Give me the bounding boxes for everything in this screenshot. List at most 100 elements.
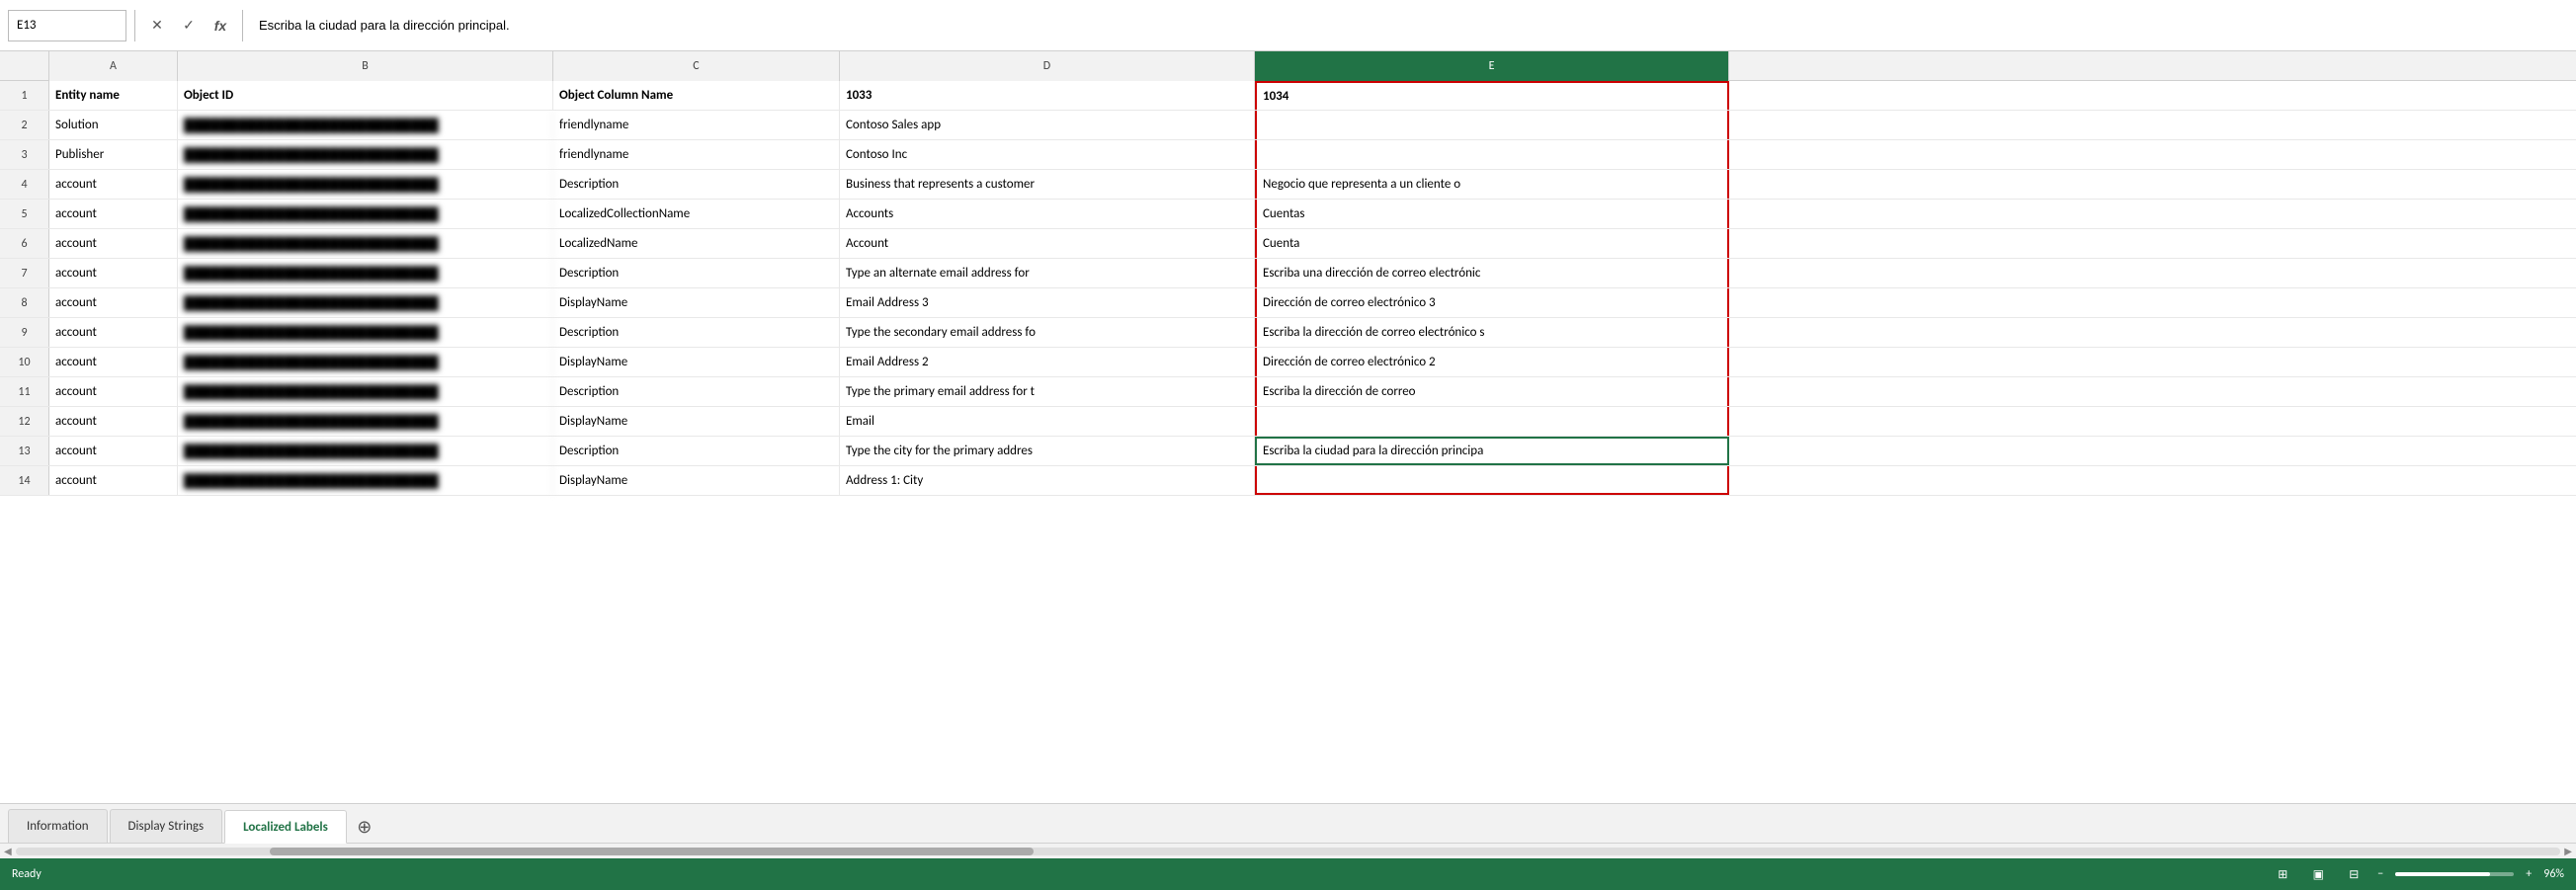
cell-a[interactable]: account	[49, 466, 178, 495]
col-header-a[interactable]: A	[49, 51, 178, 81]
cell-e[interactable]: Escriba la dirección de correo	[1255, 377, 1729, 406]
cell-d[interactable]: Email Address 3	[840, 288, 1255, 317]
add-sheet-button[interactable]: ⊕	[349, 813, 380, 841]
cell-d[interactable]: Type the primary email address for t	[840, 377, 1255, 406]
cell-e[interactable]: Escriba la dirección de correo electróni…	[1255, 318, 1729, 347]
cell-d[interactable]: Contoso Sales app	[840, 111, 1255, 139]
cell-a[interactable]: account	[49, 170, 178, 199]
cell-d[interactable]: Email	[840, 407, 1255, 436]
col-header-e[interactable]: E	[1255, 51, 1729, 81]
tab-localized-labels[interactable]: Localized Labels	[224, 810, 347, 844]
cell-b[interactable]: ████████████████████████████	[178, 140, 553, 169]
cell-e[interactable]: Dirección de correo electrónico 3	[1255, 288, 1729, 317]
cell-e[interactable]: Cuenta	[1255, 229, 1729, 258]
cell-d[interactable]: Business that represents a customer	[840, 170, 1255, 199]
cell-a[interactable]: account	[49, 229, 178, 258]
row-number: 4	[0, 170, 49, 199]
cell-a1[interactable]: Entity name	[49, 81, 178, 110]
cell-b[interactable]: ████████████████████████████	[178, 466, 553, 495]
cell-c[interactable]: Description	[553, 259, 840, 287]
cell-c[interactable]: LocalizedCollectionName	[553, 200, 840, 228]
zoom-minus[interactable]: −	[2377, 867, 2383, 881]
cell-b[interactable]: ████████████████████████████	[178, 407, 553, 436]
cell-d[interactable]: Accounts	[840, 200, 1255, 228]
cell-b[interactable]: ████████████████████████████	[178, 288, 553, 317]
cancel-button[interactable]: ✕	[143, 12, 171, 40]
cell-b[interactable]: ████████████████████████████	[178, 170, 553, 199]
cell-c[interactable]: Description	[553, 377, 840, 406]
cell-d[interactable]: Type the secondary email address fo	[840, 318, 1255, 347]
row-number: 2	[0, 111, 49, 139]
tab-information[interactable]: Information	[8, 809, 108, 843]
confirm-button[interactable]: ✓	[175, 12, 203, 40]
cell-b[interactable]: ████████████████████████████	[178, 229, 553, 258]
cell-b[interactable]: ████████████████████████████	[178, 377, 553, 406]
cell-a[interactable]: account	[49, 437, 178, 465]
cell-a[interactable]: account	[49, 377, 178, 406]
col-header-b[interactable]: B	[178, 51, 553, 81]
cell-c[interactable]: DisplayName	[553, 407, 840, 436]
cell-d[interactable]: Email Address 2	[840, 348, 1255, 376]
cell-d[interactable]: Type the city for the primary addres	[840, 437, 1255, 465]
cell-b[interactable]: ████████████████████████████	[178, 259, 553, 287]
col-header-d[interactable]: D	[840, 51, 1255, 81]
cell-e[interactable]: Dirección de correo electrónico 2	[1255, 348, 1729, 376]
cell-a[interactable]: account	[49, 288, 178, 317]
cell-e[interactable]: Escriba la ciudad para la dirección prin…	[1255, 437, 1729, 465]
cell-b1[interactable]: Object ID	[178, 81, 553, 110]
cell-d[interactable]: Address 1: City	[840, 466, 1255, 495]
cell-e[interactable]	[1255, 407, 1729, 436]
tab-display-strings[interactable]: Display Strings	[110, 809, 223, 843]
cell-c[interactable]: DisplayName	[553, 288, 840, 317]
cell-c[interactable]: Description	[553, 170, 840, 199]
cell-b[interactable]: ████████████████████████████	[178, 437, 553, 465]
col-header-c[interactable]: C	[553, 51, 840, 81]
cell-c[interactable]: friendlyname	[553, 111, 840, 139]
fx-button[interactable]: fx	[207, 12, 234, 40]
cell-d[interactable]: Type an alternate email address for	[840, 259, 1255, 287]
zoom-slider[interactable]	[2395, 872, 2514, 876]
cell-e[interactable]	[1255, 140, 1729, 169]
cell-b[interactable]: ████████████████████████████	[178, 200, 553, 228]
cell-a[interactable]: account	[49, 318, 178, 347]
cell-e[interactable]: Negocio que representa a un cliente o	[1255, 170, 1729, 199]
cell-c1[interactable]: Object Column Name	[553, 81, 840, 110]
page-layout-icon[interactable]: ▣	[2306, 862, 2330, 886]
cell-e[interactable]	[1255, 111, 1729, 139]
cell-a[interactable]: Publisher	[49, 140, 178, 169]
cell-d1[interactable]: 1033	[840, 81, 1255, 110]
cell-c[interactable]: friendlyname	[553, 140, 840, 169]
cell-b[interactable]: ████████████████████████████	[178, 111, 553, 139]
cell-a[interactable]: account	[49, 348, 178, 376]
cell-e[interactable]: Cuentas	[1255, 200, 1729, 228]
scroll-track[interactable]	[16, 848, 2561, 855]
formula-input[interactable]	[251, 10, 2568, 41]
page-break-icon[interactable]: ⊟	[2342, 862, 2366, 886]
cell-d[interactable]: Account	[840, 229, 1255, 258]
cell-e[interactable]: Escriba una dirección de correo electrón…	[1255, 259, 1729, 287]
normal-view-icon[interactable]: ⊞	[2271, 862, 2294, 886]
cell-reference-box[interactable]: E13	[8, 10, 126, 41]
zoom-plus[interactable]: +	[2526, 867, 2532, 881]
scroll-left-arrow[interactable]: ◀	[4, 845, 12, 857]
cell-b[interactable]: ████████████████████████████	[178, 318, 553, 347]
table-row: 8 account ████████████████████████████ D…	[0, 288, 2576, 318]
cell-c[interactable]: LocalizedName	[553, 229, 840, 258]
spreadsheet-container: A B C D E 1 Entity name Object ID Object…	[0, 51, 2576, 803]
cell-c[interactable]: Description	[553, 437, 840, 465]
cell-c[interactable]: Description	[553, 318, 840, 347]
cell-b[interactable]: ████████████████████████████	[178, 348, 553, 376]
scroll-thumb[interactable]	[270, 848, 1034, 855]
cell-d[interactable]: Contoso Inc	[840, 140, 1255, 169]
horizontal-scrollbar[interactable]: ◀ ▶	[0, 843, 2576, 858]
cell-e[interactable]	[1255, 466, 1729, 495]
table-row: 3 Publisher ████████████████████████████…	[0, 140, 2576, 170]
scroll-right-arrow[interactable]: ▶	[2564, 845, 2572, 857]
cell-c[interactable]: DisplayName	[553, 466, 840, 495]
cell-c[interactable]: DisplayName	[553, 348, 840, 376]
cell-a[interactable]: account	[49, 259, 178, 287]
cell-a[interactable]: account	[49, 200, 178, 228]
cell-e1[interactable]: 1034	[1255, 81, 1729, 110]
cell-a[interactable]: Solution	[49, 111, 178, 139]
cell-a[interactable]: account	[49, 407, 178, 436]
